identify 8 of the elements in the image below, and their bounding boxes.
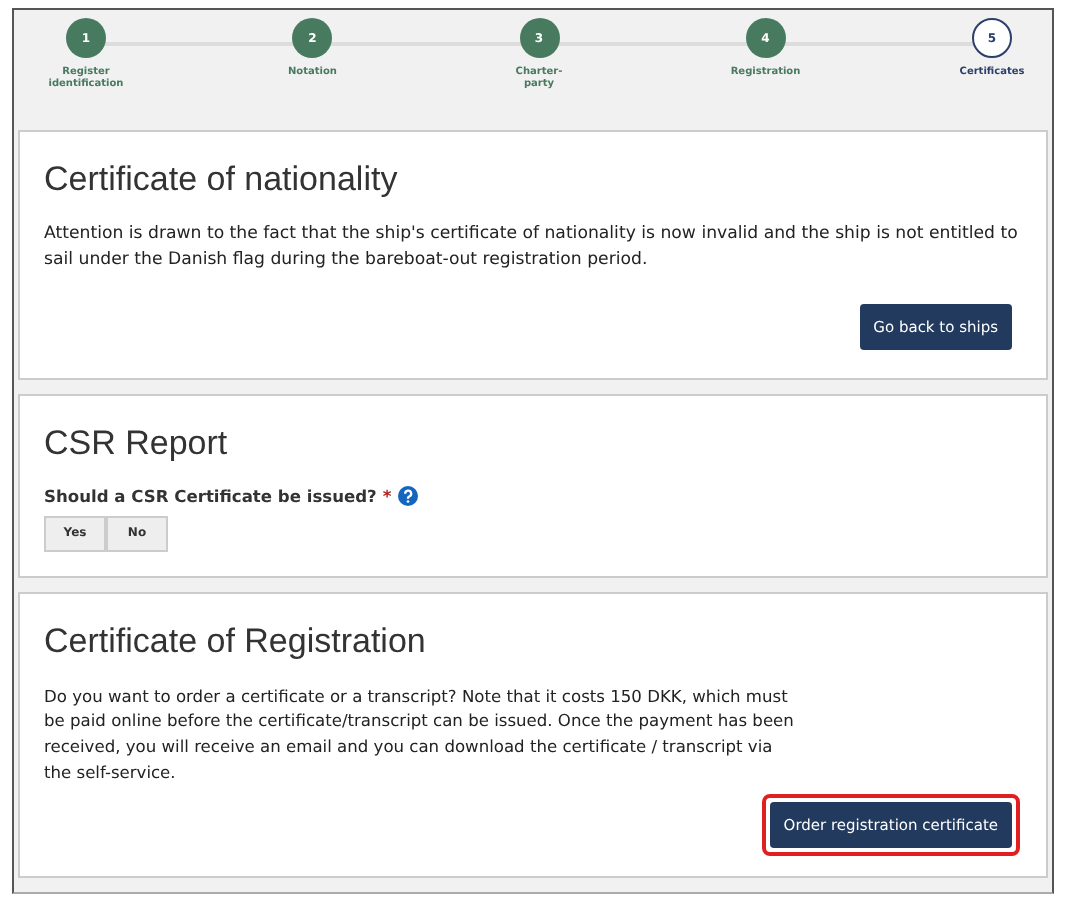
- info-text: Do you want to order a certificate or a transcript? Note that it costs 150 DKK, which must be paid online before the certificate/transcript can be issued. Once the payment has been received, you will receive an email and you can download the certificate / transcript via the self-service.: [44, 683, 796, 787]
- section-title: Certificate of nationality: [44, 160, 400, 200]
- help-icon[interactable]: [397, 485, 418, 506]
- section-title: CSR Report: [44, 423, 230, 464]
- question-label: Should a CSR Certificate be issued?: [44, 485, 377, 506]
- required-mark: *: [382, 485, 392, 506]
- section-title: Certificate of Registration: [44, 621, 428, 662]
- notice-text: Attention is drawn to the fact that the ship's certificate of nationality is now invalid and the ship is not entitled to sail under the Danish flag during the bareboat-out registration period.: [44, 222, 1020, 275]
